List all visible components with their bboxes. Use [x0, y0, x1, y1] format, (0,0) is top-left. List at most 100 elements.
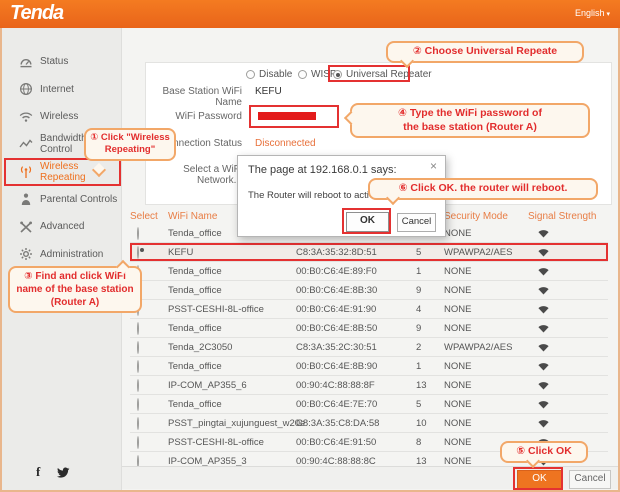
mode-radio-universal-repeater[interactable]: Universal Repeater	[333, 69, 432, 80]
wifi-signal-icon	[528, 399, 608, 409]
sidebar-item-administration[interactable]: Administration	[4, 241, 121, 269]
globe-icon	[19, 82, 33, 96]
row-radio[interactable]	[137, 417, 139, 430]
radio-icon	[333, 70, 342, 79]
cell-wifi-name: Tenda_office	[168, 399, 296, 410]
table-row-tenda-office[interactable]: Tenda_office00:B0:C6:4E:8B:509NONE	[130, 319, 608, 338]
sidebar-item-label: Parental Controls	[40, 194, 117, 205]
router-admin-page: Tenda English▾ StatusInternetWirelessBan…	[0, 0, 620, 492]
footer-bar: OK Cancel	[122, 466, 620, 489]
twitter-icon[interactable]	[57, 467, 70, 478]
row-radio[interactable]	[137, 379, 139, 392]
callout-step2: ② Choose Universal Repeate	[386, 41, 584, 63]
dialog-cancel-button[interactable]: Cancel	[397, 213, 436, 232]
header-select: Select	[130, 211, 168, 222]
table-row-tenda-office[interactable]: Tenda_office00:B0:C6:4E:7E:705NONE	[130, 395, 608, 414]
wifi-signal-icon	[528, 304, 608, 314]
row-radio[interactable]	[137, 246, 139, 259]
mode-radio-wisp[interactable]: WISP	[298, 69, 337, 80]
cell-security: NONE	[444, 380, 528, 391]
app-header: Tenda English▾	[0, 0, 620, 28]
cell-wifi-name: IP-COM_AP355_6	[168, 380, 296, 391]
cell-channel: 1	[416, 266, 444, 277]
cell-wifi-name: PSST-CESHI-8L-office	[168, 437, 296, 448]
cell-security: WPAWPA2/AES	[444, 247, 528, 258]
cell-wifi-name: Tenda_2C3050	[168, 342, 296, 353]
gauge-icon	[19, 55, 33, 69]
facebook-icon[interactable]: f	[36, 464, 40, 480]
wifi-password-input[interactable]	[249, 105, 339, 128]
select-network-label: Select a WiFi Network...	[150, 164, 242, 186]
sidebar-item-wireless[interactable]: Wireless	[4, 103, 121, 131]
connection-status-value: Disconnected	[255, 138, 316, 149]
header-security-mode: Security Mode	[444, 211, 528, 222]
row-radio[interactable]	[137, 436, 139, 449]
mode-radio-disable[interactable]: Disable	[246, 69, 292, 80]
wifi-signal-icon	[528, 228, 608, 238]
cell-mac: 00:B0:C6:4E:89:F0	[296, 266, 416, 277]
language-selector[interactable]: English▾	[575, 8, 610, 18]
sidebar-item-label: Status	[40, 56, 68, 67]
radio-icon	[246, 70, 255, 79]
person-icon	[19, 192, 33, 206]
radio-icon	[298, 70, 307, 79]
cell-mac: C8:3A:35:2C:30:51	[296, 342, 416, 353]
base-station-label: Base Station WiFi Name	[150, 86, 242, 108]
row-radio[interactable]	[137, 322, 139, 335]
cell-wifi-name: Tenda_office	[168, 361, 296, 372]
table-row-tenda-2c3050[interactable]: Tenda_2C3050C8:3A:35:2C:30:512WPAWPA2/AE…	[130, 338, 608, 357]
sidebar-item-label: Wireless	[40, 111, 78, 122]
cell-security: NONE	[444, 361, 528, 372]
cell-mac: 00:90:4C:88:88:8C	[296, 456, 416, 467]
sidebar-item-label: Wireless Repeating	[40, 161, 119, 183]
mode-radio-label: Universal Repeater	[346, 69, 432, 80]
row-radio[interactable]	[137, 341, 139, 354]
cell-wifi-name: Tenda_office	[168, 323, 296, 334]
table-row-kefu[interactable]: KEFUC8:3A:35:32:8D:515WPAWPA2/AES	[130, 243, 608, 262]
password-masked-bar	[258, 112, 316, 120]
table-row-ip-com-ap355-6[interactable]: IP-COM_AP355_600:90:4C:88:88:8F13NONE	[130, 376, 608, 395]
cell-channel: 2	[416, 342, 444, 353]
dialog-title: The page at 192.168.0.1 says:	[248, 164, 397, 176]
cell-channel: 8	[416, 437, 444, 448]
table-row-tenda-office[interactable]: Tenda_office00:B0:C6:4E:8B:309NONE	[130, 281, 608, 300]
wifi-signal-icon	[528, 418, 608, 428]
table-row-tenda-office[interactable]: Tenda_office00:B0:C6:4E:8B:901NONE	[130, 357, 608, 376]
cell-channel: 5	[416, 399, 444, 410]
cell-mac: 00:B0:C6:4E:8B:90	[296, 361, 416, 372]
cell-mac: 00:B0:C6:4E:91:50	[296, 437, 416, 448]
cell-channel: 1	[416, 361, 444, 372]
cell-wifi-name: IP-COM_AP355_3	[168, 456, 296, 467]
close-icon[interactable]: ×	[430, 159, 437, 173]
cell-security: WPAWPA2/AES	[444, 342, 528, 353]
social-links: f	[36, 464, 70, 480]
row-radio[interactable]	[137, 398, 139, 411]
cell-mac: 00:B0:C6:4E:8B:50	[296, 323, 416, 334]
cell-mac: 00:B0:C6:4E:7E:70	[296, 399, 416, 410]
dialog-ok-button[interactable]: OK	[346, 212, 389, 232]
sidebar-item-internet[interactable]: Internet	[4, 76, 121, 104]
password-row: WiFi Password	[150, 111, 242, 122]
cancel-button[interactable]: Cancel	[569, 470, 611, 489]
cell-channel: 4	[416, 304, 444, 315]
sidebar-item-parental-controls[interactable]: Parental Controls	[4, 186, 121, 214]
table-row-tenda-office[interactable]: Tenda_office00:B0:C6:4E:89:F01NONE	[130, 262, 608, 281]
table-row-psst-ceshi-8l-office[interactable]: PSST-CESHI-8L-office00:B0:C6:4E:91:904NO…	[130, 300, 608, 319]
cell-mac: 00:B0:C6:4E:8B:30	[296, 285, 416, 296]
table-row-psst-pingtai-xujunguest-w20e[interactable]: PSST_pingtai_xujunguest_w20eC8:3A:35:C8:…	[130, 414, 608, 433]
tools-icon	[19, 220, 33, 234]
row-radio[interactable]	[137, 360, 139, 373]
ok-button[interactable]: OK	[517, 470, 562, 489]
sidebar-item-advanced[interactable]: Advanced	[4, 213, 121, 241]
cell-wifi-name: KEFU	[168, 247, 296, 258]
sidebar-item-status[interactable]: Status	[4, 48, 121, 76]
cell-mac: 00:B0:C6:4E:91:90	[296, 304, 416, 315]
wifi-icon	[19, 110, 33, 124]
cell-wifi-name: Tenda_office	[168, 285, 296, 296]
sidebar: StatusInternetWirelessBandwidth ControlW…	[0, 28, 122, 492]
chart-icon	[19, 137, 33, 151]
cell-security: NONE	[444, 418, 528, 429]
sidebar-item-label: Advanced	[40, 221, 84, 232]
row-radio[interactable]	[137, 227, 139, 240]
sidebar-item-label: Administration	[40, 249, 103, 260]
